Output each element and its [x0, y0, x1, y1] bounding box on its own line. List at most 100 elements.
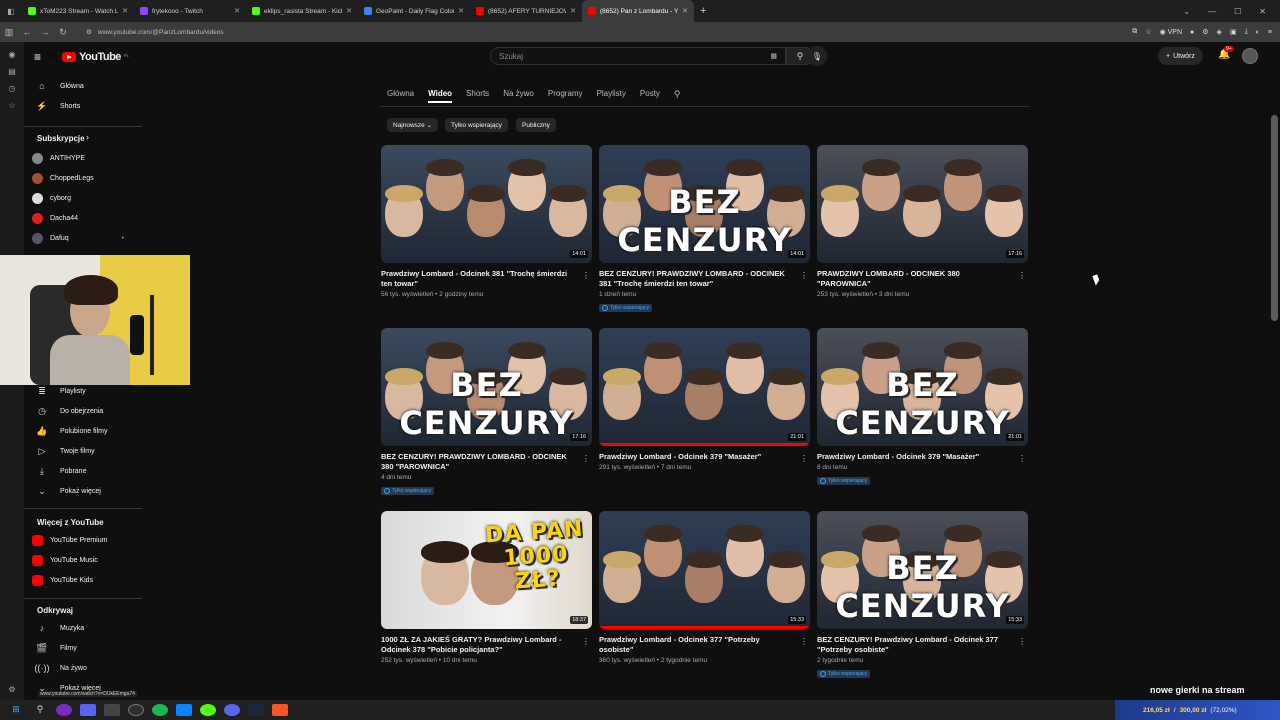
app-icon[interactable] — [200, 704, 216, 716]
tab-close-icon[interactable]: ✕ — [122, 7, 128, 15]
sidebar-item[interactable]: ChoppedLegs — [24, 168, 142, 188]
sidebar-item[interactable]: ⌄ Pokaż więcej — [24, 481, 142, 501]
video-thumbnail[interactable]: 21:01 — [599, 328, 810, 446]
video-card[interactable]: BEZ CENZURY 15:33 BEZ CENZURY! Prawdziwy L… — [817, 511, 1028, 682]
reload-icon[interactable]: ↻ — [54, 27, 72, 38]
sidebar-item[interactable]: Dacha44 — [24, 208, 142, 228]
new-tab-button[interactable]: + — [694, 5, 712, 17]
tab-2[interactable]: Shorts — [466, 89, 489, 103]
windows-start-icon[interactable]: ⊞ — [8, 704, 24, 716]
profile-icon[interactable]: ◐ — [1256, 29, 1260, 36]
video-title[interactable]: Prawdziwy Lombard - Odcinek 381 "Trochę … — [381, 269, 592, 289]
sidebar-item[interactable]: YouTube Premium — [24, 530, 142, 550]
vpn-button[interactable]: ◉ VPN — [1160, 28, 1182, 36]
back-icon[interactable]: ← — [18, 27, 36, 37]
sidebar-item[interactable]: 👍 Polubione filmy — [24, 421, 142, 441]
messenger-icon[interactable]: ◉ — [0, 50, 24, 59]
obs-icon[interactable] — [128, 704, 144, 716]
more-actions-icon[interactable]: ⋮ — [800, 271, 808, 280]
video-title[interactable]: Prawdziwy Lombard - Odcinek 377 "Potrzeb… — [599, 635, 810, 655]
sidebar-item[interactable]: ▷ Twoje filmy — [24, 441, 142, 461]
browser-tab[interactable]: eklips_rasista Stream - Kick ✕ — [246, 0, 358, 22]
tab-4[interactable]: Programy — [548, 89, 583, 103]
tab-close-icon[interactable]: ✕ — [346, 7, 352, 15]
sidebar-item[interactable]: ◷ Do obejrzenia — [24, 401, 142, 421]
video-card[interactable]: BEZ CENZURY 14:01 BEZ CENZURY! PRAWDZIWY L… — [599, 145, 810, 316]
video-title[interactable]: BEZ CENZURY! PRAWDZIWY LOMBARD - ODCINEK… — [381, 452, 592, 472]
url-field[interactable]: ⚙ www.youtube.com/@PanzLombardu/videos — [78, 25, 1038, 39]
more-actions-icon[interactable]: ⋮ — [582, 637, 590, 646]
more-actions-icon[interactable]: ⋮ — [800, 454, 808, 463]
video-card[interactable]: 21:01 Prawdziwy Lombard - Odcinek 379 "Ma… — [599, 328, 810, 471]
browser-tab[interactable]: GeoPaint - Daily Flag Color Ga✕ — [358, 0, 470, 22]
video-thumbnail[interactable]: 17:16 — [817, 145, 1028, 263]
more-actions-icon[interactable]: ⋮ — [1018, 637, 1026, 646]
video-thumbnail[interactable]: 14:01 — [381, 145, 592, 263]
sidebar-item[interactable]: YouTube Kids — [24, 570, 142, 590]
video-card[interactable]: BEZ CENZURY 17:16 BEZ CENZURY! PRAWDZIWY L… — [381, 328, 592, 499]
video-card[interactable]: 17:16 PRAWDZIWY LOMBARD - ODCINEK 380 "PA… — [817, 145, 1028, 298]
chip-members[interactable]: Tylko wspierający — [445, 118, 508, 132]
keyboard-icon[interactable]: ▦ — [770, 52, 777, 60]
menu-icon[interactable]: ≡ — [1268, 29, 1272, 36]
create-button[interactable]: + Utwórz — [1158, 47, 1203, 65]
app-icon[interactable] — [176, 704, 192, 716]
sidebar-item[interactable]: YouTube Music — [24, 550, 142, 570]
tab-close-icon[interactable]: ✕ — [234, 7, 240, 15]
video-card[interactable]: 15:33 Prawdziwy Lombard - Odcinek 377 "Po… — [599, 511, 810, 664]
tab-actions-icon[interactable]: ◧ — [0, 7, 22, 16]
channel-search-icon[interactable]: ⚲ — [674, 89, 681, 103]
video-title[interactable]: PRAWDZIWY LOMBARD - ODCINEK 380 "PAROWNI… — [817, 269, 1028, 289]
sidebar-item[interactable]: ⌂ Główna — [24, 76, 142, 96]
sidebar-item[interactable]: ⚡ Shorts — [24, 96, 142, 116]
guide-menu-icon[interactable]: ≡ — [34, 50, 54, 64]
brave-icon[interactable] — [272, 704, 288, 716]
browser-tab[interactable]: (8652) AFERY TURNIEJOWE! M ✕ — [470, 0, 582, 22]
spotify-icon[interactable] — [152, 704, 168, 716]
voice-search-button[interactable]: 🎙 — [807, 46, 827, 66]
close-icon[interactable]: ✕ — [1259, 7, 1266, 16]
chip-public[interactable]: Publiczny — [516, 118, 556, 132]
tab-5[interactable]: Playlisty — [597, 89, 626, 103]
discord-icon[interactable] — [224, 704, 240, 716]
tab-0[interactable]: Główna — [387, 89, 414, 103]
browser-tab[interactable]: (8652) Pan z Lombardu - YouTu ✕ — [582, 0, 694, 22]
search-input[interactable]: Szukaj ▦ — [490, 47, 786, 65]
minimize-icon[interactable]: — — [1208, 7, 1216, 16]
video-title[interactable]: Prawdziwy Lombard - Odcinek 379 "Masażer… — [817, 452, 1028, 462]
sidebar-item[interactable]: 🎬 Filmy — [24, 638, 142, 658]
settings-gear-icon[interactable]: ⚙ — [0, 685, 24, 694]
account-icon[interactable]: ● — [1190, 29, 1194, 36]
extension-icon[interactable]: ◈ — [1217, 28, 1222, 36]
more-actions-icon[interactable]: ⋮ — [582, 271, 590, 280]
app-icon[interactable] — [80, 704, 96, 716]
video-title[interactable]: Prawdziwy Lombard - Odcinek 379 "Masażer… — [599, 452, 810, 462]
bookmarks-icon[interactable]: ☆ — [0, 101, 24, 110]
taskbar-search-icon[interactable]: ⚲ — [32, 704, 48, 716]
sidebar-item[interactable]: ♪ Muzyka — [24, 618, 142, 638]
more-actions-icon[interactable]: ⋮ — [1018, 271, 1026, 280]
sidebar-item[interactable]: ((·)) Na żywo — [24, 658, 142, 678]
video-title[interactable]: BEZ CENZURY! Prawdziwy Lombard - Odcinek… — [817, 635, 1028, 655]
chip-sort[interactable]: Najnowsze ⌄ — [387, 118, 439, 132]
video-thumbnail[interactable]: BEZ CENZURY 21:01 — [817, 328, 1028, 446]
scrollbar-thumb[interactable] — [1271, 115, 1278, 321]
video-title[interactable]: 1000 ZŁ ZA JAKIEŚ GRATY? Prawdziwy Lomba… — [381, 635, 592, 655]
wallet-icon[interactable]: ⚙ — [1202, 28, 1208, 36]
browser-tab[interactable]: frytekooo - Twitch ✕ — [134, 0, 246, 22]
app-icon[interactable] — [56, 704, 72, 716]
maximize-icon[interactable]: ☐ — [1234, 7, 1241, 16]
tab-close-icon[interactable]: ✕ — [570, 7, 576, 15]
download-icon[interactable]: ⤓ — [1245, 28, 1248, 36]
more-actions-icon[interactable]: ⋮ — [1018, 454, 1026, 463]
video-card[interactable]: 14:01 Prawdziwy Lombard - Odcinek 381 "Tr… — [381, 145, 592, 298]
tab-close-icon[interactable]: ✕ — [682, 7, 688, 15]
steam-icon[interactable] — [248, 704, 264, 716]
tab-6[interactable]: Posty — [640, 89, 660, 103]
video-thumbnail[interactable]: BEZ CENZURY 15:33 — [817, 511, 1028, 629]
chevron-down-icon[interactable]: ⌄ — [1183, 7, 1190, 16]
browser-tab[interactable]: xToM223 Stream - Watch Li ✕ — [22, 0, 134, 22]
video-thumbnail[interactable]: 15:33 — [599, 511, 810, 629]
sidebar-item[interactable]: Dafuq • — [24, 228, 142, 248]
translate-icon[interactable]: ⧉ — [1132, 28, 1137, 36]
